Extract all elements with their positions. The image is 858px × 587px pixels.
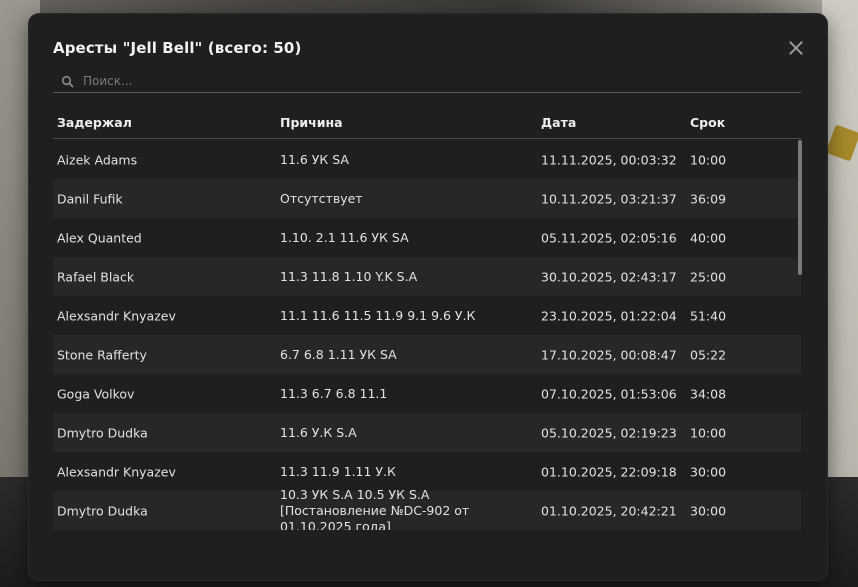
- search-bar: [53, 69, 801, 93]
- modal-title: Аресты "Jell Bell" (всего: 50): [53, 39, 302, 57]
- table-body[interactable]: Aizek Adams 11.6 УК SA 11.11.2025, 00:03…: [53, 140, 801, 530]
- cell-term: 10:00: [690, 152, 727, 167]
- cell-officer: Alexsandr Knyazev: [57, 308, 176, 323]
- scrollbar-thumb[interactable]: [798, 140, 802, 275]
- table-row[interactable]: Alexsandr Knyazev 11.3 11.9 1.11 У.К 01.…: [53, 452, 801, 491]
- cell-term: 34:08: [690, 386, 727, 401]
- table-row[interactable]: Dmytro Dudka 10.3 УК S.A 10.5 УК S.A [По…: [53, 487, 801, 530]
- table-row[interactable]: Dmytro Dudka 11.6 У.К S.A 05.10.2025, 02…: [53, 413, 801, 452]
- cell-officer: Alex Quanted: [57, 230, 142, 245]
- table-row[interactable]: Alexsandr Knyazev 11.1 11.6 11.5 11.9 9.…: [53, 296, 801, 335]
- column-header-reason[interactable]: Причина: [280, 115, 343, 130]
- cell-reason: 6.7 6.8 1.11 УК SA: [280, 346, 397, 362]
- cell-reason: 11.1 11.6 11.5 11.9 9.1 9.6 У.К: [280, 307, 476, 323]
- cell-date: 01.10.2025, 20:42:21: [541, 503, 677, 518]
- cell-officer: Danil Fufik: [57, 191, 123, 206]
- cell-reason: Отсутствует: [280, 190, 363, 206]
- cell-term: 25:00: [690, 269, 727, 284]
- cell-reason: 10.3 УК S.A 10.5 УК S.A [Постановление №…: [280, 486, 470, 531]
- cell-date: 30.10.2025, 02:43:17: [541, 269, 677, 284]
- table-row[interactable]: Rafael Black 11.3 11.8 1.10 Y.K S.A 30.1…: [53, 257, 801, 296]
- table-row[interactable]: Danil Fufik Отсутствует 10.11.2025, 03:2…: [53, 179, 801, 218]
- cell-term: 30:00: [690, 464, 727, 479]
- cell-officer: Stone Rafferty: [57, 347, 147, 362]
- table-row[interactable]: Stone Rafferty 6.7 6.8 1.11 УК SA 17.10.…: [53, 335, 801, 374]
- column-header-term[interactable]: Срок: [690, 115, 725, 130]
- cell-term: 30:00: [690, 503, 727, 518]
- cell-term: 10:00: [690, 425, 727, 440]
- cell-reason: 1.10. 2.1 11.6 УК SA: [280, 229, 409, 245]
- cell-reason: 11.3 11.9 1.11 У.К: [280, 463, 396, 479]
- cell-officer: Dmytro Dudka: [57, 425, 148, 440]
- column-header-date[interactable]: Дата: [541, 115, 576, 130]
- search-input[interactable]: [83, 73, 783, 88]
- cell-officer: Goga Volkov: [57, 386, 135, 401]
- table-row[interactable]: Alex Quanted 1.10. 2.1 11.6 УК SA 05.11.…: [53, 218, 801, 257]
- cell-officer: Aizek Adams: [57, 152, 138, 167]
- arrests-modal: Аресты "Jell Bell" (всего: 50) Задержал …: [29, 14, 827, 580]
- cell-officer: Alexsandr Knyazev: [57, 464, 176, 479]
- cell-date: 11.11.2025, 00:03:32: [541, 152, 677, 167]
- cell-reason: 11.6 УК SA: [280, 151, 349, 167]
- table-row[interactable]: Goga Volkov 11.3 6.7 6.8 11.1 07.10.2025…: [53, 374, 801, 413]
- table-row[interactable]: Aizek Adams 11.6 УК SA 11.11.2025, 00:03…: [53, 140, 801, 179]
- cell-date: 17.10.2025, 00:08:47: [541, 347, 677, 362]
- cell-date: 01.10.2025, 22:09:18: [541, 464, 677, 479]
- cell-term: 51:40: [690, 308, 727, 323]
- cell-date: 05.10.2025, 02:19:23: [541, 425, 677, 440]
- search-icon: [61, 74, 75, 88]
- cell-date: 05.11.2025, 02:05:16: [541, 230, 677, 245]
- column-header-officer[interactable]: Задержал: [57, 115, 132, 130]
- cell-officer: Dmytro Dudka: [57, 503, 148, 518]
- cell-date: 10.11.2025, 03:21:37: [541, 191, 677, 206]
- cell-term: 36:09: [690, 191, 727, 206]
- cell-reason: 11.3 6.7 6.8 11.1: [280, 385, 388, 401]
- cell-reason: 11.3 11.8 1.10 Y.K S.A: [280, 268, 418, 284]
- cell-reason: 11.6 У.К S.A: [280, 424, 357, 440]
- close-icon[interactable]: [787, 39, 805, 57]
- table-header: Задержал Причина Дата Срок: [53, 113, 801, 139]
- cell-date: 23.10.2025, 01:22:04: [541, 308, 677, 323]
- cell-term: 40:00: [690, 230, 727, 245]
- cell-term: 05:22: [690, 347, 727, 362]
- cell-officer: Rafael Black: [57, 269, 135, 284]
- cell-date: 07.10.2025, 01:53:06: [541, 386, 677, 401]
